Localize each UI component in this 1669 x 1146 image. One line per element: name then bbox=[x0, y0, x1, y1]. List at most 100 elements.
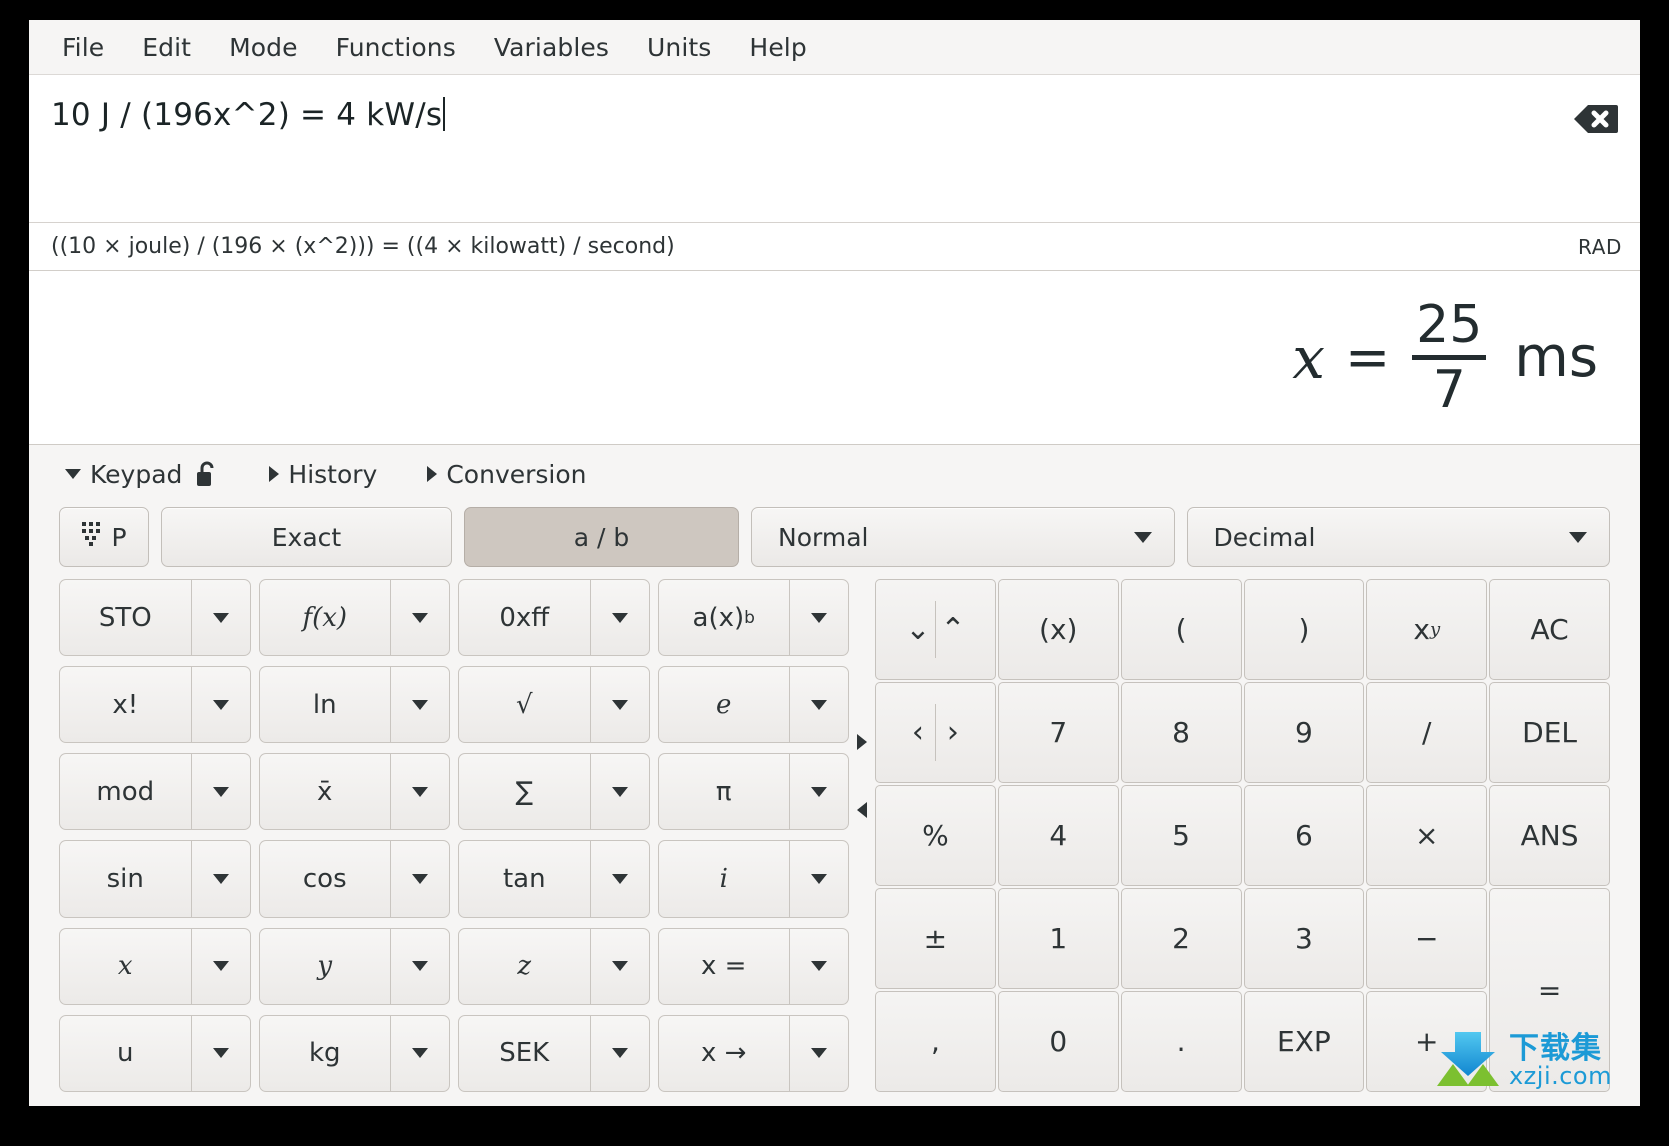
function-key-dropdown[interactable] bbox=[191, 928, 251, 1005]
chevron-left-icon[interactable]: ‹ bbox=[901, 715, 935, 750]
key-plus[interactable]: + bbox=[1366, 991, 1487, 1092]
key-all-clear[interactable]: AC bbox=[1489, 579, 1610, 680]
function-key-dropdown[interactable] bbox=[191, 840, 251, 917]
function-key-dropdown[interactable] bbox=[789, 1015, 849, 1092]
function-key-main[interactable]: x! bbox=[59, 666, 191, 743]
function-key-dropdown[interactable] bbox=[191, 666, 251, 743]
function-key-dropdown[interactable] bbox=[789, 928, 849, 1005]
menu-item-functions[interactable]: Functions bbox=[317, 29, 475, 66]
function-key-dropdown[interactable] bbox=[390, 1015, 450, 1092]
function-key-dropdown[interactable] bbox=[590, 840, 650, 917]
function-key-main[interactable]: 0xff bbox=[458, 579, 590, 656]
menu-item-file[interactable]: File bbox=[43, 29, 123, 66]
key-equals[interactable]: = bbox=[1489, 888, 1610, 1092]
key-parentheses-pair[interactable]: (x) bbox=[998, 579, 1119, 680]
function-key-dropdown[interactable] bbox=[390, 928, 450, 1005]
key-5[interactable]: 5 bbox=[1121, 785, 1242, 886]
triangle-right-icon[interactable] bbox=[857, 734, 867, 750]
function-key-dropdown[interactable] bbox=[789, 579, 849, 656]
menu-item-mode[interactable]: Mode bbox=[210, 29, 317, 66]
key-answer[interactable]: ANS bbox=[1489, 785, 1610, 886]
angle-mode-indicator[interactable]: RAD bbox=[1578, 235, 1622, 259]
function-key-dropdown[interactable] bbox=[789, 666, 849, 743]
key-1[interactable]: 1 bbox=[998, 888, 1119, 989]
function-key-main[interactable]: f(x) bbox=[259, 579, 391, 656]
backspace-clear-icon[interactable] bbox=[1574, 103, 1618, 135]
key-exponent[interactable]: EXP bbox=[1244, 991, 1365, 1092]
unlocked-padlock-icon[interactable] bbox=[195, 460, 219, 488]
key-3[interactable]: 3 bbox=[1244, 888, 1365, 989]
function-key-dropdown[interactable] bbox=[789, 840, 849, 917]
result-display[interactable]: x = 25 7 ms bbox=[29, 271, 1640, 445]
tab-conversion[interactable]: Conversion bbox=[421, 458, 592, 491]
function-key-main[interactable]: √ bbox=[458, 666, 590, 743]
fraction-mode-button[interactable]: a / b bbox=[464, 507, 739, 567]
cursor-vertical-nav[interactable]: ⌄ ⌃ bbox=[875, 579, 996, 680]
function-key-main[interactable]: y bbox=[259, 928, 391, 1005]
function-key-dropdown[interactable] bbox=[390, 840, 450, 917]
function-key-dropdown[interactable] bbox=[590, 579, 650, 656]
function-key-dropdown[interactable] bbox=[390, 579, 450, 656]
function-key-main[interactable]: x → bbox=[658, 1015, 790, 1092]
key-6[interactable]: 6 bbox=[1244, 785, 1365, 886]
function-key-main[interactable]: x = bbox=[658, 928, 790, 1005]
function-key-dropdown[interactable] bbox=[590, 1015, 650, 1092]
function-key-main[interactable]: π bbox=[658, 753, 790, 830]
function-key-dropdown[interactable] bbox=[191, 753, 251, 830]
menu-item-units[interactable]: Units bbox=[628, 29, 730, 66]
key-decimal-point[interactable]: . bbox=[1121, 991, 1242, 1092]
menu-item-variables[interactable]: Variables bbox=[475, 29, 628, 66]
tab-keypad[interactable]: Keypad bbox=[59, 458, 225, 491]
function-key-dropdown[interactable] bbox=[191, 579, 251, 656]
function-key-dropdown[interactable] bbox=[590, 928, 650, 1005]
approximation-dropdown[interactable]: Normal bbox=[751, 507, 1175, 567]
function-key-main[interactable]: sin bbox=[59, 840, 191, 917]
function-key-main[interactable]: cos bbox=[259, 840, 391, 917]
key-4[interactable]: 4 bbox=[998, 785, 1119, 886]
function-key-main[interactable]: tan bbox=[458, 840, 590, 917]
keypad-picker-button[interactable]: P bbox=[59, 507, 149, 567]
key-power[interactable]: xy bbox=[1366, 579, 1487, 680]
cursor-horizontal-nav[interactable]: ‹ › bbox=[875, 682, 996, 783]
function-key-main[interactable]: x̄ bbox=[259, 753, 391, 830]
menu-item-help[interactable]: Help bbox=[730, 29, 825, 66]
tab-history[interactable]: History bbox=[263, 458, 383, 491]
chevron-up-icon[interactable]: ⌃ bbox=[936, 612, 970, 647]
menu-item-edit[interactable]: Edit bbox=[123, 29, 210, 66]
expression-entry[interactable]: 10 J / (196x^2) = 4 kW/s bbox=[29, 75, 1640, 223]
triangle-left-icon[interactable] bbox=[857, 802, 867, 818]
function-key-main[interactable]: ln bbox=[259, 666, 391, 743]
function-key-main[interactable]: z bbox=[458, 928, 590, 1005]
function-key-main[interactable]: e bbox=[658, 666, 790, 743]
function-key-main[interactable]: kg bbox=[259, 1015, 391, 1092]
function-key-dropdown[interactable] bbox=[390, 753, 450, 830]
key-7[interactable]: 7 bbox=[998, 682, 1119, 783]
key-minus[interactable]: − bbox=[1366, 888, 1487, 989]
key-8[interactable]: 8 bbox=[1121, 682, 1242, 783]
key-percent[interactable]: % bbox=[875, 785, 996, 886]
function-key-dropdown[interactable] bbox=[191, 1015, 251, 1092]
chevron-down-icon[interactable]: ⌄ bbox=[901, 612, 935, 647]
key-close-paren[interactable]: ) bbox=[1244, 579, 1365, 680]
key-plus-minus[interactable]: ± bbox=[875, 888, 996, 989]
function-key-main[interactable]: STO bbox=[59, 579, 191, 656]
key-0[interactable]: 0 bbox=[998, 991, 1119, 1092]
number-base-dropdown[interactable]: Decimal bbox=[1187, 507, 1611, 567]
function-key-main[interactable]: u bbox=[59, 1015, 191, 1092]
function-key-main[interactable]: i bbox=[658, 840, 790, 917]
function-key-dropdown[interactable] bbox=[590, 666, 650, 743]
function-key-dropdown[interactable] bbox=[590, 753, 650, 830]
chevron-right-icon[interactable]: › bbox=[936, 715, 970, 750]
function-key-main[interactable]: SEK bbox=[458, 1015, 590, 1092]
function-key-main[interactable]: mod bbox=[59, 753, 191, 830]
function-key-dropdown[interactable] bbox=[789, 753, 849, 830]
key-open-paren[interactable]: ( bbox=[1121, 579, 1242, 680]
key-delete[interactable]: DEL bbox=[1489, 682, 1610, 783]
key-2[interactable]: 2 bbox=[1121, 888, 1242, 989]
key-9[interactable]: 9 bbox=[1244, 682, 1365, 783]
function-key-main[interactable]: a(x)b bbox=[658, 579, 790, 656]
exact-mode-button[interactable]: Exact bbox=[161, 507, 452, 567]
function-key-main[interactable]: x bbox=[59, 928, 191, 1005]
function-key-main[interactable]: ∑ bbox=[458, 753, 590, 830]
key-divide[interactable]: / bbox=[1366, 682, 1487, 783]
